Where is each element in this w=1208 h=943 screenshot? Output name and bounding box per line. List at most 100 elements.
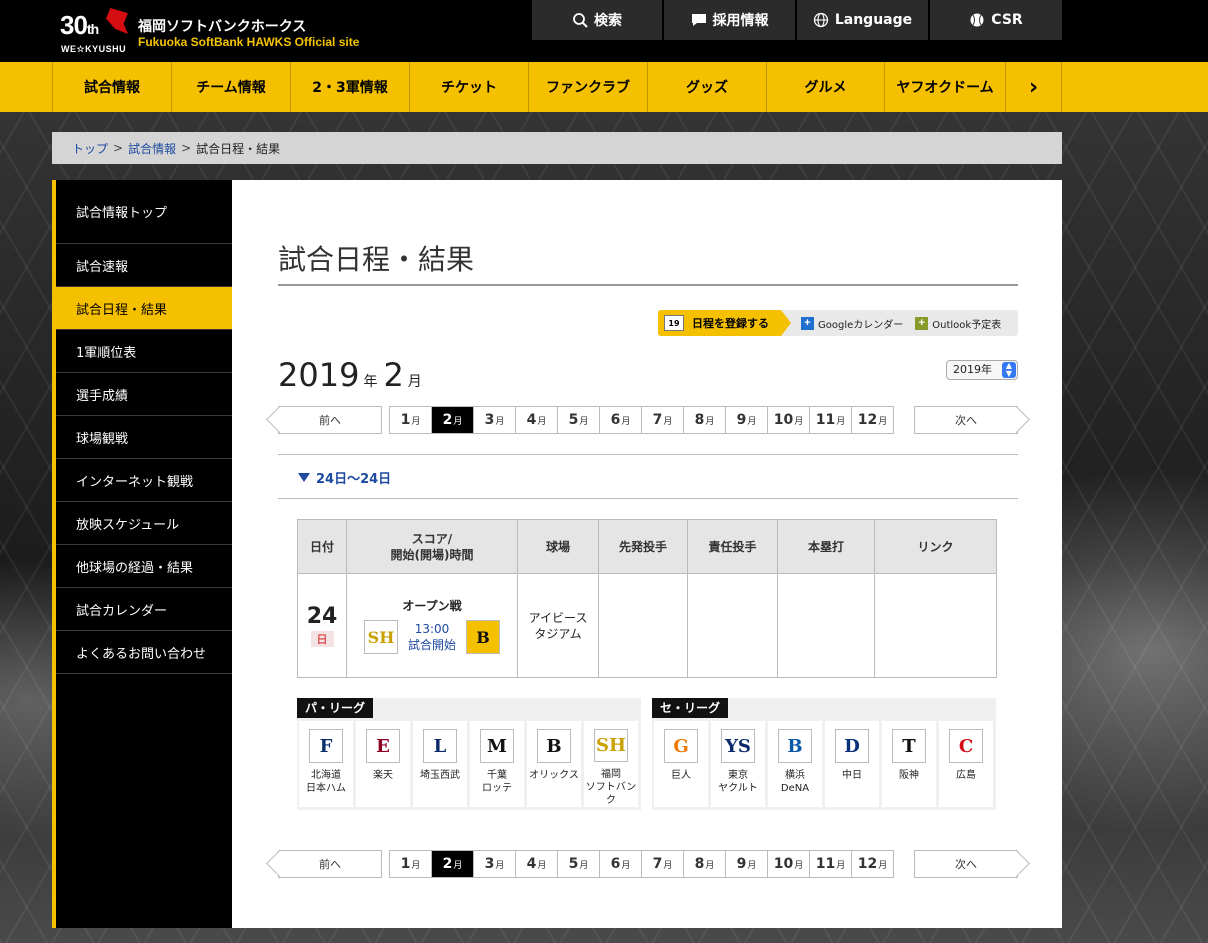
month-tab-1[interactable]: 1月 [389,850,432,878]
orix-logo-icon[interactable]: B [466,620,500,654]
team-name: 北海道 日本ハム [306,770,346,794]
breadcrumb-top[interactable]: トップ [72,140,108,157]
nav-item-farm-info[interactable]: 2・3軍情報 [290,62,409,112]
month-number: 4 [526,412,537,428]
team-link-central-3[interactable]: D 中日 [825,721,879,807]
next-month-button[interactable]: 次へ [914,850,1018,878]
prev-month-button[interactable]: 前へ [278,850,382,878]
nav-item-ticket[interactable]: チケット [409,62,528,112]
next-label: 次へ [955,414,977,427]
month-tab-12[interactable]: 12 月 [851,850,894,878]
month-tab-8[interactable]: 8月 [683,406,726,434]
nav-more-button[interactable]: › [1005,62,1062,112]
month-nav-bottom: 前へ 1 月 2 月 3 月 4 月 5 月 6 月 7 月 8 月 9 月 10 月 11 月 12 月 次へ [278,850,1018,878]
month-tab-10[interactable]: 10 月 [767,406,810,434]
team-link-central-4[interactable]: T 阪神 [882,721,936,807]
search-button[interactable]: 検索 [532,0,662,40]
csr-button[interactable]: CSR [930,0,1062,40]
month-tab-12[interactable]: 12 月 [851,406,894,434]
month-suffix: 月 [453,861,463,871]
pacific-league-label: パ・リーグ [297,698,374,718]
month-tab-9[interactable]: 9月 [725,406,768,434]
month-tab-6[interactable]: 6月 [599,850,642,878]
team-name: 阪神 [899,770,919,781]
month-tab-8[interactable]: 8月 [683,850,726,878]
nav-item-team-info[interactable]: チーム情報 [171,62,290,112]
nav-item-dome[interactable]: ヤフオクドーム [884,62,1005,112]
team-link-pacific-0[interactable]: F 北海道 日本ハム [299,721,353,807]
nav-item-game-info[interactable]: 試合情報 [52,62,171,112]
sidebar-item-stadium[interactable]: 球場観戦 [56,416,232,459]
sidebar-item-game-top[interactable]: 試合情報トップ [56,180,232,244]
year-select[interactable]: 2019年 ▲ ▼ [946,360,1018,380]
month-tab-11[interactable]: 11 月 [809,406,852,434]
month-tab-5[interactable]: 5月 [557,406,600,434]
language-label: Language [834,12,913,28]
search-label: 検索 [594,13,622,29]
team-link-pacific-5[interactable]: SH 福岡 ソフトバンク [584,721,638,807]
month-tab-5[interactable]: 5月 [557,850,600,878]
decision-cell [687,573,778,678]
team-name: 福岡 ソフトバンク [585,769,637,806]
month-tab-3[interactable]: 3月 [473,850,516,878]
recruit-button[interactable]: 採用情報 [664,0,795,40]
team-link-pacific-3[interactable]: M 千葉 ロッテ [470,721,524,807]
month-suffix: 月 [663,861,673,871]
month-tab-7[interactable]: 7月 [641,850,684,878]
month-tab-11[interactable]: 11 月 [809,850,852,878]
google-calendar-button[interactable]: + Googleカレンダー [801,316,903,331]
team-logo-icon: B [778,729,812,763]
month-tab-10[interactable]: 10 月 [767,850,810,878]
site-name[interactable]: 福岡ソフトバンクホークス [138,16,306,36]
month-tab-6[interactable]: 6月 [599,406,642,434]
nav-item-goods[interactable]: グッズ [647,62,766,112]
team-link-pacific-4[interactable]: B オリックス [527,721,581,807]
register-schedule-button[interactable]: 19 日程を登録する [658,310,791,336]
softbank-logo-icon[interactable]: SH [363,620,398,654]
nav-item-gourmet[interactable]: グルメ [766,62,884,112]
language-button[interactable]: Language [797,0,928,40]
date-range-toggle[interactable]: 24日〜24日 [298,468,391,487]
team-link-central-2[interactable]: B 横浜 DeNA [768,721,822,807]
month-tab-4[interactable]: 4月 [515,850,558,878]
month-number: 3 [484,412,495,428]
month-tab-3[interactable]: 3月 [473,406,516,434]
sidebar-item-schedule[interactable]: 試合日程・結果 [56,287,232,330]
month-tab-2[interactable]: 2月 [431,406,474,434]
month-number: 1 [400,412,411,428]
month-number: 3 [484,856,495,872]
month-tab-1[interactable]: 1月 [389,406,432,434]
next-month-button[interactable]: 次へ [914,406,1018,434]
global-nav: 試合情報 チーム情報 2・3軍情報 チケット ファンクラブ グッズ グルメ ヤフ… [0,62,1208,112]
sidebar-item-standings[interactable]: 1軍順位表 [56,330,232,373]
30th-anniversary-logo[interactable]: 30th WE☆KYUSHU [60,8,130,58]
team-link-pacific-2[interactable]: L 埼玉西武 [413,721,467,807]
sidebar-item-other-games[interactable]: 他球場の経過・結果 [56,545,232,588]
month-tab-7[interactable]: 7月 [641,406,684,434]
sidebar-item-calendar[interactable]: 試合カレンダー [56,588,232,631]
sidebar-item-stats[interactable]: 選手成績 [56,373,232,416]
team-link-pacific-1[interactable]: E 楽天 [356,721,410,807]
prev-month-button[interactable]: 前へ [278,406,382,434]
team-link-central-5[interactable]: C 広島 [939,721,993,807]
outlook-label: Outlook予定表 [932,319,1002,331]
sidebar-item-live[interactable]: 試合速報 [56,244,232,287]
sidebar-item-broadcast[interactable]: 放映スケジュール [56,502,232,545]
month-tab-9[interactable]: 9月 [725,850,768,878]
breadcrumb-sep: > [113,141,124,155]
month-number: 1 [400,856,411,872]
month-tab-2[interactable]: 2月 [431,850,474,878]
sidebar-item-faq[interactable]: よくあるお問い合わせ [56,631,232,674]
sidebar-item-internet[interactable]: インターネット観戦 [56,459,232,502]
month-suffix: 月 [495,861,505,871]
month-tab-4[interactable]: 4月 [515,406,558,434]
schedule-table: 日付 スコア/ 開始(開場)時間 球場 先発投手 責任投手 本塁打 リンク 24… [297,519,997,678]
plus-icon: + [915,316,929,330]
nav-item-fanclub[interactable]: ファンクラブ [528,62,647,112]
team-link-central-0[interactable]: G 巨人 [654,721,708,807]
team-link-central-1[interactable]: YS 東京 ヤクルト [711,721,765,807]
game-status-link[interactable]: 試合開始 [408,636,456,653]
breadcrumb-game-info[interactable]: 試合情報 [128,140,176,157]
team-logo-icon: T [892,729,926,763]
outlook-button[interactable]: + Outlook予定表 [915,316,1001,331]
